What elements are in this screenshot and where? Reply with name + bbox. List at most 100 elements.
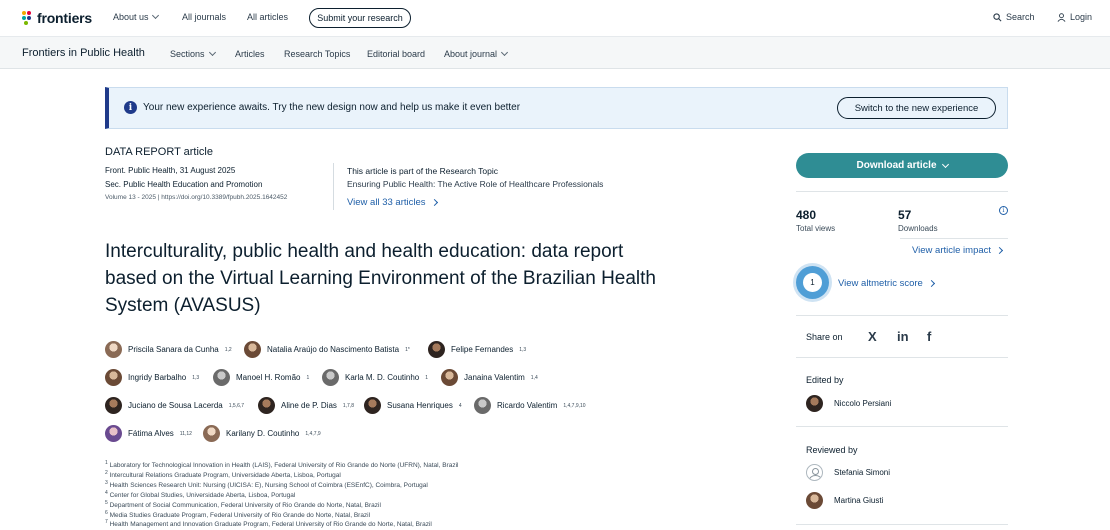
author-name: Karilany D. Coutinho [226, 429, 300, 438]
chevron-right-icon [927, 279, 935, 288]
view-all-articles-link[interactable]: View all 33 articles [347, 197, 438, 208]
author-affil: 4 [458, 402, 462, 409]
research-topic-title[interactable]: Ensuring Public Health: The Active Role … [347, 179, 603, 189]
nav-all-articles[interactable]: All articles [247, 12, 288, 22]
info-icon[interactable]: i [999, 206, 1008, 215]
search-icon [993, 12, 1002, 21]
linkedin-icon[interactable]: in [897, 329, 909, 344]
chevron-right-icon [995, 246, 1004, 255]
author-avatar [213, 369, 230, 386]
affiliation: 4 Center for Global Studies, Universidad… [105, 490, 295, 499]
affiliation-number: 6 [105, 510, 108, 516]
author-affil: 1,3 [519, 346, 527, 353]
nav-editorial-board[interactable]: Editorial board [367, 49, 425, 59]
editor[interactable]: Niccolo Persiani [806, 395, 891, 412]
submit-research-button[interactable]: Submit your research [309, 8, 411, 28]
author[interactable]: Ricardo Valentim 1,4,7,9,10 [474, 397, 586, 414]
x-twitter-icon[interactable]: X [868, 329, 877, 344]
download-article-button[interactable]: Download article [796, 153, 1008, 178]
author-avatar [322, 369, 339, 386]
research-topic-label: This article is part of the Research Top… [347, 166, 499, 176]
author-avatar [244, 341, 261, 358]
view-all-label: View all 33 articles [347, 197, 426, 208]
downloads-label: Downloads [898, 224, 938, 233]
nav-about-journal-label: About journal [444, 49, 498, 59]
author[interactable]: Karla M. D. Coutinho 1 [322, 369, 428, 386]
affiliation-text: Health Management and Innovation Graduat… [109, 521, 432, 529]
divider [796, 426, 1008, 427]
affiliation: 6 Media Studies Graduate Program, Federa… [105, 510, 370, 519]
nav-articles[interactable]: Articles [235, 49, 265, 59]
facebook-icon[interactable]: f [927, 329, 931, 344]
volume-doi[interactable]: Volume 13 - 2025 | https://doi.org/10.33… [105, 194, 287, 201]
author-avatar [364, 397, 381, 414]
author-avatar [105, 425, 122, 442]
author-affil: 1,4,7,9 [305, 430, 321, 437]
reviewed-by-heading: Reviewed by [806, 445, 858, 455]
author-affil: 1* [405, 346, 410, 353]
nav-editorial-board-label: Editorial board [367, 49, 426, 59]
author[interactable]: Priscila Sanara da Cunha 1,2 [105, 341, 232, 358]
affiliation: 2 Intercultural Relations Graduate Progr… [105, 470, 341, 479]
view-altmetric-link[interactable]: View altmetric score [838, 278, 935, 289]
altmetric-badge[interactable]: 1 [796, 266, 829, 299]
nav-research-topics[interactable]: Research Topics [284, 49, 350, 59]
author-affil: 1,3 [192, 374, 200, 381]
author-name: Ingridy Barbalho [128, 373, 187, 382]
author-affil: 1,4 [530, 374, 538, 381]
affiliation-number: 5 [105, 500, 108, 506]
reviewer-avatar [806, 464, 823, 481]
affiliation: 3 Health Sciences Research Unit: Nursing… [105, 480, 428, 489]
author[interactable]: Susana Henriques 4 [364, 397, 462, 414]
divider [900, 238, 1008, 239]
author[interactable]: Manoel H. Romão 1 [213, 369, 309, 386]
nav-all-journals[interactable]: All journals [182, 12, 226, 22]
author-name: Manoel H. Romão [236, 373, 301, 382]
affiliation-number: 3 [105, 480, 108, 486]
divider [796, 191, 1008, 192]
nav-sections[interactable]: Sections [170, 48, 216, 59]
nav-sections-label: Sections [170, 49, 205, 59]
chevron-down-icon [941, 160, 949, 168]
altmetric-label: View altmetric score [838, 278, 923, 289]
affiliation: 7 Health Management and Innovation Gradu… [105, 519, 432, 528]
author[interactable]: Felipe Fernandes 1,3 [428, 341, 526, 358]
author[interactable]: Janaina Valentim 1,4 [441, 369, 538, 386]
affiliation-text: Center for Global Studies, Universidade … [109, 492, 296, 500]
author[interactable]: Natalia Araújo do Nascimento Batista 1* [244, 341, 410, 358]
author[interactable]: Juciano de Sousa Lacerda 1,5,6,7 [105, 397, 244, 414]
author[interactable]: Ingridy Barbalho 1,3 [105, 369, 199, 386]
author-avatar [441, 369, 458, 386]
author-avatar [474, 397, 491, 414]
nav-about-journal[interactable]: About journal [444, 48, 509, 59]
view-article-impact-link[interactable]: View article impact [912, 245, 1004, 256]
nav-all-articles-label: All articles [247, 12, 289, 22]
author-name: Karla M. D. Coutinho [345, 373, 420, 382]
author[interactable]: Karilany D. Coutinho 1,4,7,9 [203, 425, 321, 442]
article-section[interactable]: Sec. Public Health Education and Promoti… [105, 180, 262, 189]
author-name: Fátima Alves [128, 429, 174, 438]
author[interactable]: Fátima Alves 11,12 [105, 425, 192, 442]
divider [796, 524, 1008, 525]
login-button[interactable]: Login [1057, 12, 1092, 22]
author-avatar [428, 341, 445, 358]
nav-research-topics-label: Research Topics [284, 49, 351, 59]
chevron-down-icon [501, 48, 509, 57]
nav-about-us[interactable]: About us [113, 11, 159, 22]
switch-experience-button[interactable]: Switch to the new experience [837, 97, 996, 119]
divider [796, 315, 1008, 316]
search-button[interactable]: Search [993, 12, 1035, 22]
journal-name[interactable]: Frontiers in Public Health [22, 47, 145, 59]
author-avatar [105, 369, 122, 386]
author-name: Ricardo Valentim [497, 401, 558, 410]
edited-by-heading: Edited by [806, 375, 844, 385]
affiliation: 1 Laboratory for Technological Innovatio… [105, 460, 458, 469]
reviewer[interactable]: Stefania Simoni [806, 464, 890, 481]
affiliation: 5 Department of Social Communication, Fe… [105, 500, 381, 509]
author[interactable]: Aline de P. Dias 1,7,8 [258, 397, 354, 414]
author-name: Juciano de Sousa Lacerda [128, 401, 223, 410]
author-avatar [203, 425, 220, 442]
frontiers-logo[interactable]: frontiers [22, 10, 92, 26]
reviewer[interactable]: Martina Giusti [806, 492, 883, 509]
author-avatar [105, 341, 122, 358]
